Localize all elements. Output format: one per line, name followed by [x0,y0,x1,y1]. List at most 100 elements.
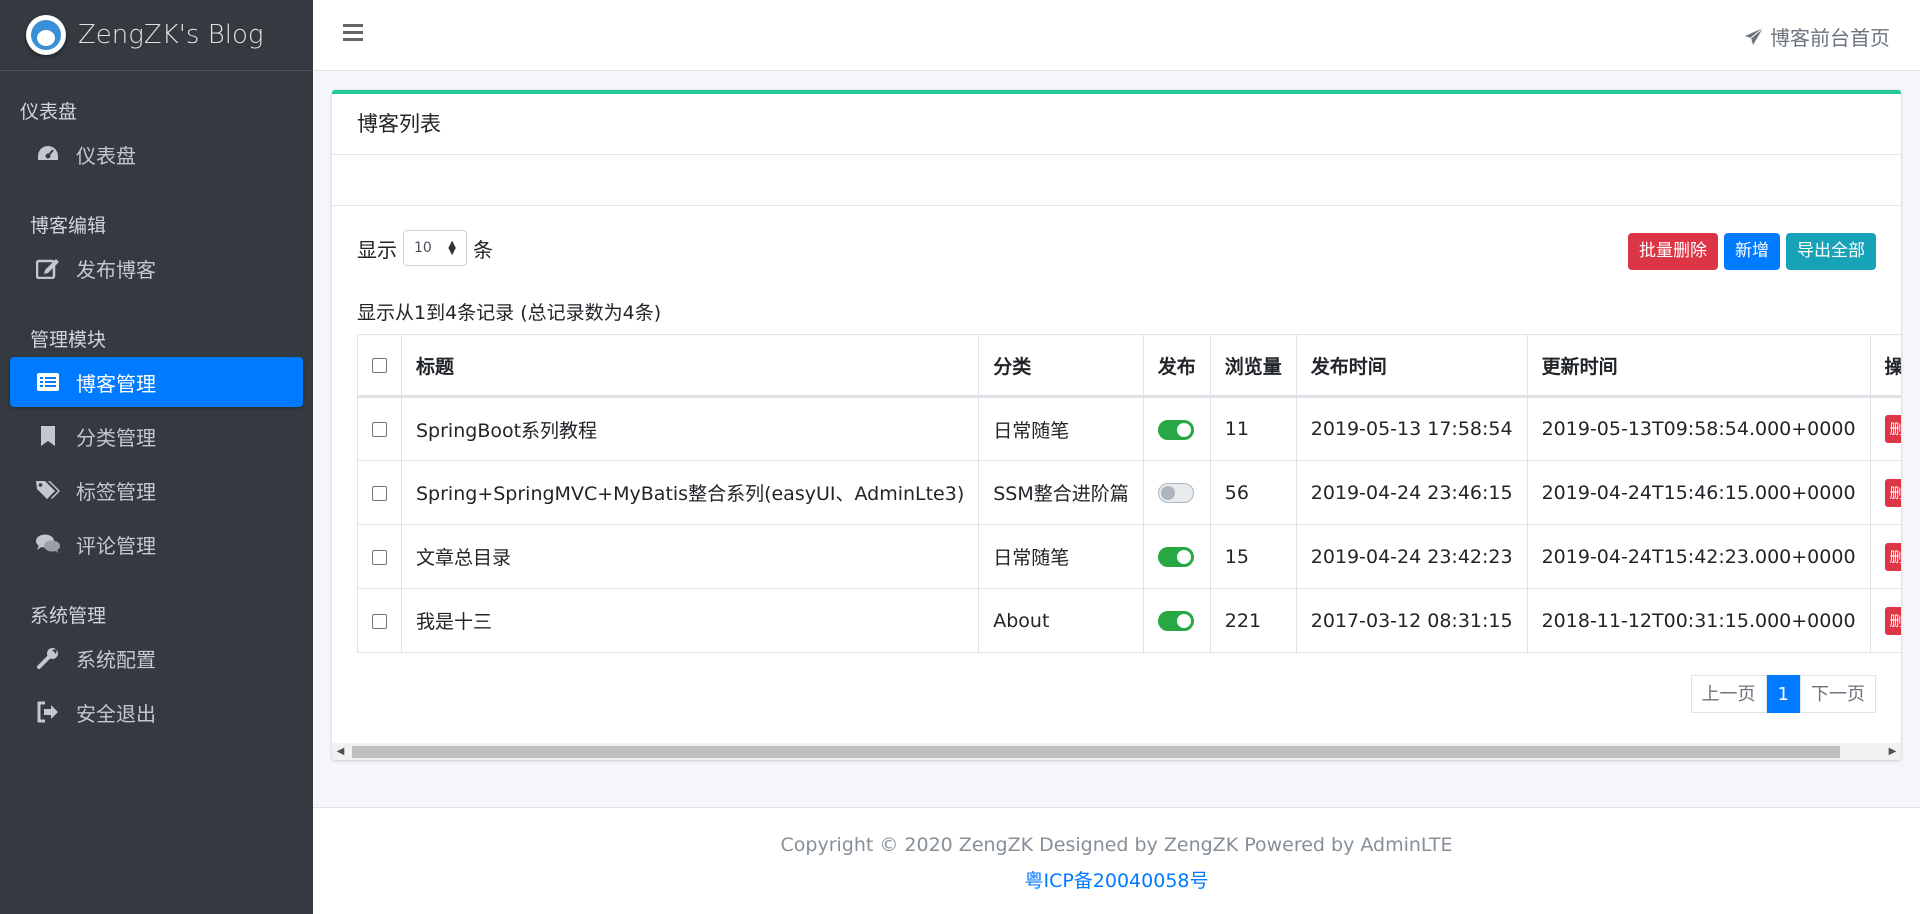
footer: Copyright © 2020 ZengZK Designed by Zeng… [313,807,1920,914]
dashboard-icon [34,142,62,166]
page-size-value: 10 [414,240,432,256]
card-title: 博客列表 [332,94,1901,155]
select-all-cell [357,334,402,398]
copyright-text: Copyright © 2020 ZengZK Designed by Zeng… [780,834,1453,856]
cell-views: 56 [1209,460,1297,525]
show-suffix: 条 [473,237,493,262]
top-navbar: 博客前台首页 [313,0,1920,71]
brand-logo [26,15,66,55]
sidebar-item-label: 标签管理 [76,479,156,504]
brand-name: ZengZK's Blog [78,20,264,50]
sidebar-item-blog-management[interactable]: 博客管理 [10,357,303,407]
sidebar-item-logout[interactable]: 安全退出 [10,687,303,737]
cell-views: 11 [1209,396,1297,461]
row-checkbox[interactable] [372,549,387,565]
delete-button[interactable]: 删除 [1884,606,1901,635]
batch-delete-button[interactable]: 批量删除 [1628,233,1718,270]
sidebar-item-label: 评论管理 [76,533,156,558]
add-button[interactable]: 新增 [1724,233,1780,270]
paper-plane-icon [1745,27,1764,45]
prev-page-button[interactable]: 上一页 [1690,675,1767,713]
cell-category: SSM整合进阶篇 [978,460,1144,525]
cell-update-time: 2019-04-24T15:46:15.000+0000 [1526,460,1871,525]
blog-list-card: 博客列表 显示 10 ▲ ▼ 条 批量删除 新增 导出全部 显示从1到4条记录 (… [332,90,1901,760]
publish-toggle[interactable] [1157,419,1194,440]
sidebar-item-publish-blog[interactable]: 发布博客 [10,243,303,293]
row-checkbox[interactable] [372,485,387,501]
cell-views: 221 [1209,588,1297,653]
sidebar-item-label: 系统配置 [76,647,156,672]
cell-update-time: 2018-11-12T00:31:15.000+0000 [1526,588,1871,653]
pagination: 上一页 1 下一页 [1690,675,1876,713]
column-header-title[interactable]: 标题 [400,334,980,398]
select-all-checkbox[interactable] [372,358,387,373]
sidebar-item-label: 博客管理 [76,371,156,396]
table-row: Spring+SpringMVC+MyBatis整合系列(easyUI、Admi… [357,460,1901,525]
publish-toggle[interactable] [1157,483,1194,503]
sidebar-item-label: 仪表盘 [76,143,136,168]
column-header-category[interactable]: 分类 [978,334,1144,398]
publish-toggle[interactable] [1157,547,1194,567]
table-row: 文章总目录 日常随笔 15 2019-04-24 23:42:23 2019-0… [357,524,1901,589]
tags-icon [34,478,62,502]
delete-button[interactable]: 删除 [1884,478,1901,507]
wrench-icon [34,646,62,670]
edit-icon [34,256,62,280]
publish-toggle[interactable] [1157,611,1194,631]
horizontal-scrollbar[interactable]: ◀ ▶ [332,743,1901,760]
comments-icon [34,532,62,556]
page-size-control: 显示 10 ▲ ▼ 条 [357,230,493,266]
delete-button[interactable]: 删除 [1884,542,1901,571]
cell-title: Spring+SpringMVC+MyBatis整合系列(easyUI、Admi… [400,460,980,525]
column-header-publish-time[interactable]: 发布时间 [1295,334,1528,398]
scroll-left-icon[interactable]: ◀ [332,743,349,760]
blog-table-wrapper: 标题 分类 发布 浏览量 发布时间 更新时间 操作 SpringBoot系列教程… [357,334,1901,653]
scroll-right-icon[interactable]: ▶ [1884,743,1901,760]
table-header-row: 标题 分类 发布 浏览量 发布时间 更新时间 操作 [357,334,1901,398]
sidebar-item-dashboard[interactable]: 仪表盘 [10,129,303,179]
column-header-actions: 操作 [1869,334,1901,398]
nav-header-management: 管理模块 [30,329,107,351]
column-header-published[interactable]: 发布 [1142,334,1211,398]
cell-category: About [978,588,1144,653]
cell-publish-time: 2019-05-13 17:58:54 [1295,396,1528,461]
cell-publish-time: 2017-03-12 08:31:15 [1295,588,1528,653]
show-prefix: 显示 [357,237,397,262]
nav-header-dashboard: 仪表盘 [20,101,78,123]
sidebar-item-tag-management[interactable]: 标签管理 [10,465,303,515]
logout-icon [34,700,62,724]
row-checkbox[interactable] [372,613,387,629]
cell-title: 文章总目录 [400,524,980,589]
scrollbar-thumb[interactable] [352,746,1840,758]
list-icon [34,370,62,394]
page-1-button[interactable]: 1 [1766,675,1800,713]
sidebar-item-label: 安全退出 [76,701,156,726]
cell-title: SpringBoot系列教程 [400,396,980,461]
brand-link[interactable]: ZengZK's Blog [0,0,313,71]
cell-publish-time: 2019-04-24 23:46:15 [1295,460,1528,525]
blog-front-link[interactable]: 博客前台首页 [1744,22,1890,51]
nav-header-blog-edit: 博客编辑 [30,215,107,237]
export-all-button[interactable]: 导出全部 [1786,233,1876,270]
cell-update-time: 2019-05-13T09:58:54.000+0000 [1526,396,1871,461]
front-link-label: 博客前台首页 [1770,26,1890,50]
cell-category: 日常随笔 [978,524,1144,589]
page-size-select[interactable]: 10 ▲ ▼ [403,230,467,266]
select-arrow-icon: ▲ ▼ [448,239,456,257]
icp-link[interactable]: 粤ICP备20040058号 [313,866,1920,893]
sidebar-item-category-management[interactable]: 分类管理 [10,411,303,461]
sidebar: ZengZK's Blog 仪表盘 仪表盘 博客编辑 发布博客 管理模块 博客管… [0,0,313,914]
cell-category: 日常随笔 [978,396,1144,461]
column-header-update-time[interactable]: 更新时间 [1526,334,1871,398]
sidebar-item-system-config[interactable]: 系统配置 [10,633,303,683]
delete-button[interactable]: 删除 [1884,415,1901,443]
menu-toggle-icon[interactable] [343,24,363,42]
row-checkbox[interactable] [372,422,387,437]
cell-update-time: 2019-04-24T15:42:23.000+0000 [1526,524,1871,589]
nav-header-system: 系统管理 [30,605,107,627]
sidebar-item-label: 发布博客 [76,257,156,282]
next-page-button[interactable]: 下一页 [1800,675,1876,713]
column-header-views[interactable]: 浏览量 [1209,334,1297,398]
sidebar-item-comment-management[interactable]: 评论管理 [10,519,303,569]
table-row: 我是十三 About 221 2017-03-12 08:31:15 2018-… [357,588,1901,653]
